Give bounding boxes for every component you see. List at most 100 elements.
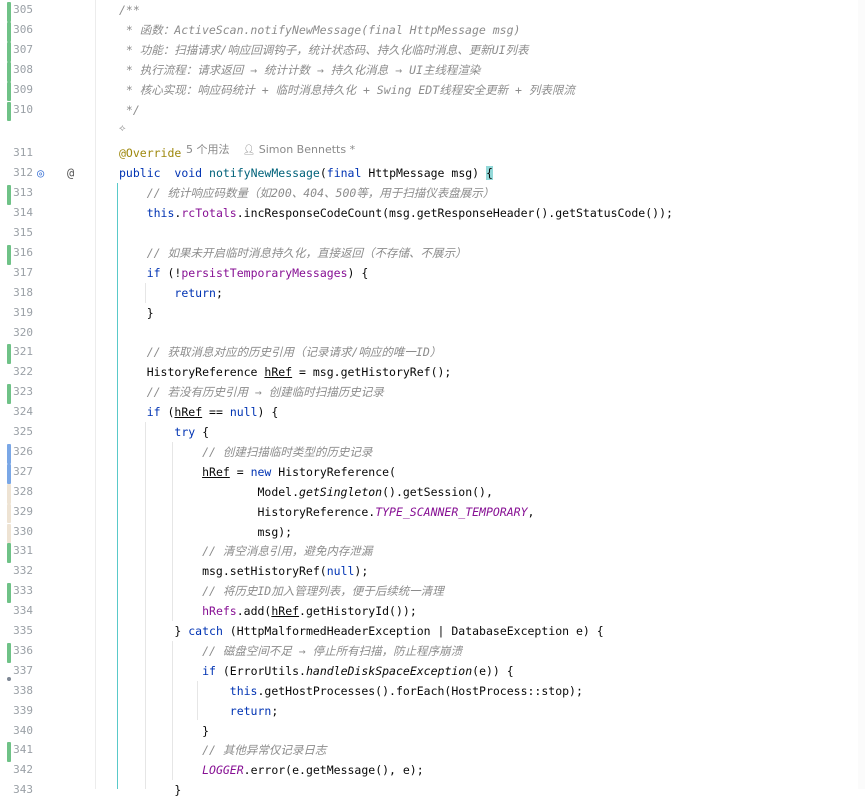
code-text[interactable]: HistoryReference hRef = msg.getHistoryRe… [119, 362, 452, 382]
code-text[interactable]: LOGGER.error(e.getMessage(), e); [119, 760, 424, 780]
code-line-335[interactable]: 335 } catch (HttpMalformedHeaderExceptio… [0, 621, 858, 641]
code-line-320[interactable]: 320 [0, 323, 858, 343]
code-line-338[interactable]: 338 this.getHostProcesses().forEach(Host… [0, 681, 858, 701]
code-editor[interactable]: ⟡ 5 个用法 👤︎ Simon Bennetts * 305/** 306 * … [0, 0, 865, 797]
vcs-change-marker[interactable] [7, 344, 11, 365]
code-text[interactable]: /** [119, 0, 140, 20]
code-text[interactable]: hRefs.add(hRef.getHistoryId()); [119, 601, 417, 621]
code-text[interactable]: return; [119, 283, 222, 303]
code-text[interactable]: // 磁盘空间不足 → 停止所有扫描，防止程序崩溃 [119, 641, 462, 661]
code-line-308[interactable]: 308 * 执行流程：请求返回 → 统计计数 → 持久化消息 → UI主线程渲染 [0, 60, 858, 82]
code-text[interactable]: * 功能：扫描请求/响应回调钩子，统计状态码、持久化临时消息、更新UI列表 [119, 40, 529, 60]
code-text[interactable]: // 统计响应码数量（如200、404、500等，用于扫描仪表盘展示） [119, 183, 495, 203]
line-number[interactable]: 319 [0, 303, 33, 323]
code-text[interactable]: // 创建扫描临时类型的历史记录 [119, 442, 372, 462]
line-number[interactable]: 307 [0, 40, 33, 60]
line-number[interactable]: 323 [0, 382, 33, 402]
line-number[interactable]: 321 [0, 342, 33, 362]
code-line-334[interactable]: 334 hRefs.add(hRef.getHistoryId()); [0, 601, 858, 621]
code-line-307[interactable]: 307 * 功能：扫描请求/响应回调钩子，统计状态码、持久化临时消息、更新UI列… [0, 40, 858, 62]
code-line-328[interactable]: 328 Model.getSingleton().getSession(), [0, 482, 858, 504]
line-number[interactable]: 313 [0, 183, 33, 203]
code-line-327[interactable]: 327 hRef = new HistoryReference( [0, 462, 858, 484]
code-line-323[interactable]: 323 // 若没有历史引用 → 创建临时扫描历史记录 [0, 382, 858, 405]
code-text[interactable]: * 函数：ActiveScan.notifyNewMessage(final H… [119, 20, 521, 40]
line-number[interactable]: 336 [0, 641, 33, 661]
vcs-change-marker[interactable] [7, 244, 11, 265]
line-number[interactable]: 330 [0, 522, 33, 542]
vcs-change-marker[interactable] [7, 81, 11, 102]
code-line-311[interactable]: 311 @Override [0, 143, 858, 163]
line-number[interactable]: 343 [0, 780, 33, 800]
code-text[interactable]: * 核心实现：响应码统计 + 临时消息持久化 + Swing EDT线程安全更新… [119, 80, 575, 100]
code-line-336[interactable]: 336 // 磁盘空间不足 → 停止所有扫描，防止程序崩溃 [0, 641, 858, 663]
vcs-change-marker[interactable] [7, 101, 11, 122]
vcs-change-marker[interactable] [7, 742, 11, 763]
code-line-325[interactable]: 325 try { [0, 422, 858, 442]
line-number[interactable]: 309 [0, 80, 33, 100]
code-text[interactable]: // 如果未开启临时消息持久化，直接返回（不存储、不展示） [119, 243, 467, 263]
line-number[interactable]: 334 [0, 601, 33, 621]
code-line-319[interactable]: 319 } [0, 303, 858, 323]
code-text[interactable]: } [119, 303, 154, 323]
code-line-317[interactable]: 317 if (!persistTemporaryMessages) { [0, 263, 858, 283]
code-text[interactable]: } [119, 780, 181, 800]
code-line-312[interactable]: 312 public void notifyNewMessage(final Ht… [0, 163, 858, 183]
code-line-342[interactable]: 342 LOGGER.error(e.getMessage(), e); [0, 760, 858, 780]
vcs-change-marker[interactable] [7, 384, 11, 405]
code-text[interactable]: // 清空消息引用，避免内存泄漏 [119, 541, 372, 561]
code-text[interactable]: msg.setHistoryRef(null); [119, 561, 368, 581]
line-number[interactable]: 308 [0, 60, 33, 80]
code-text[interactable]: if (ErrorUtils.handleDiskSpaceException(… [119, 661, 514, 681]
code-line-315[interactable]: 315 [0, 223, 858, 243]
code-line-310[interactable]: 310 */ [0, 100, 858, 122]
vcs-change-marker[interactable] [7, 21, 11, 42]
code-line-331[interactable]: 331 // 清空消息引用，避免内存泄漏 [0, 541, 858, 564]
line-number[interactable]: 338 [0, 681, 33, 701]
code-line-343[interactable]: 343 } [0, 780, 858, 800]
code-line-306[interactable]: 306 * 函数：ActiveScan.notifyNewMessage(fin… [0, 20, 858, 42]
code-line-321[interactable]: 321 // 获取消息对应的历史引用（记录请求/响应的唯一ID） [0, 342, 858, 365]
line-number[interactable]: 328 [0, 482, 33, 502]
override-method-icon[interactable]: ◎ [37, 163, 44, 183]
vcs-change-marker[interactable] [7, 642, 11, 663]
line-number[interactable]: 326 [0, 442, 33, 462]
code-text[interactable]: @Override [119, 143, 181, 163]
code-line-340[interactable]: 340 } [0, 721, 858, 741]
line-number[interactable]: 333 [0, 581, 33, 601]
line-number[interactable]: 318 [0, 283, 33, 303]
line-number[interactable]: 329 [0, 502, 33, 522]
editor-scrollbar[interactable] [858, 0, 865, 789]
vcs-change-marker[interactable] [7, 185, 11, 206]
code-text[interactable]: this.getHostProcesses().forEach(HostProc… [119, 681, 583, 701]
line-number[interactable]: 340 [0, 721, 33, 741]
code-text[interactable]: // 将历史ID加入管理列表，便于后续统一清理 [119, 581, 444, 601]
code-text[interactable]: // 若没有历史引用 → 创建临时扫描历史记录 [119, 382, 384, 402]
code-line-324[interactable]: 324 if (hRef == null) { [0, 402, 858, 422]
vcs-change-marker[interactable] [7, 483, 11, 504]
code-line-316[interactable]: 316 // 如果未开启临时消息持久化，直接返回（不存储、不展示） [0, 243, 858, 265]
code-text[interactable]: try { [119, 422, 209, 442]
code-line-305[interactable]: 305 /** [0, 0, 858, 22]
code-text[interactable]: if (!persistTemporaryMessages) { [119, 263, 369, 283]
code-line-332[interactable]: 332 msg.setHistoryRef(null); [0, 561, 858, 581]
line-number[interactable]: 335 [0, 621, 33, 641]
line-number[interactable]: 322 [0, 362, 33, 382]
code-line-322[interactable]: 322 HistoryReference hRef = msg.getHisto… [0, 362, 858, 382]
line-number[interactable]: 332 [0, 561, 33, 581]
annotation-at-icon[interactable]: @ [67, 163, 74, 183]
code-line-339[interactable]: 339 return; [0, 701, 858, 721]
code-line-318[interactable]: 318 return; [0, 283, 858, 303]
vcs-change-marker[interactable] [7, 543, 11, 564]
vcs-change-marker[interactable] [7, 443, 11, 464]
line-number[interactable]: 339 [0, 701, 33, 721]
code-text[interactable]: this.rcTotals.incResponseCodeCount(msg.g… [119, 203, 673, 223]
line-number[interactable]: 314 [0, 203, 33, 223]
code-line-313[interactable]: 313 // 统计响应码数量（如200、404、500等，用于扫描仪表盘展示） [0, 183, 858, 206]
line-number[interactable]: 310 [0, 100, 33, 120]
code-line-341[interactable]: 341 // 其他异常仅记录日志 [0, 740, 858, 763]
code-line-337[interactable]: 337 if (ErrorUtils.handleDiskSpaceExcept… [0, 661, 858, 681]
line-number[interactable]: 306 [0, 20, 33, 40]
code-text[interactable]: // 获取消息对应的历史引用（记录请求/响应的唯一ID） [119, 342, 442, 362]
code-text[interactable]: Model.getSingleton().getSession(), [119, 482, 492, 502]
